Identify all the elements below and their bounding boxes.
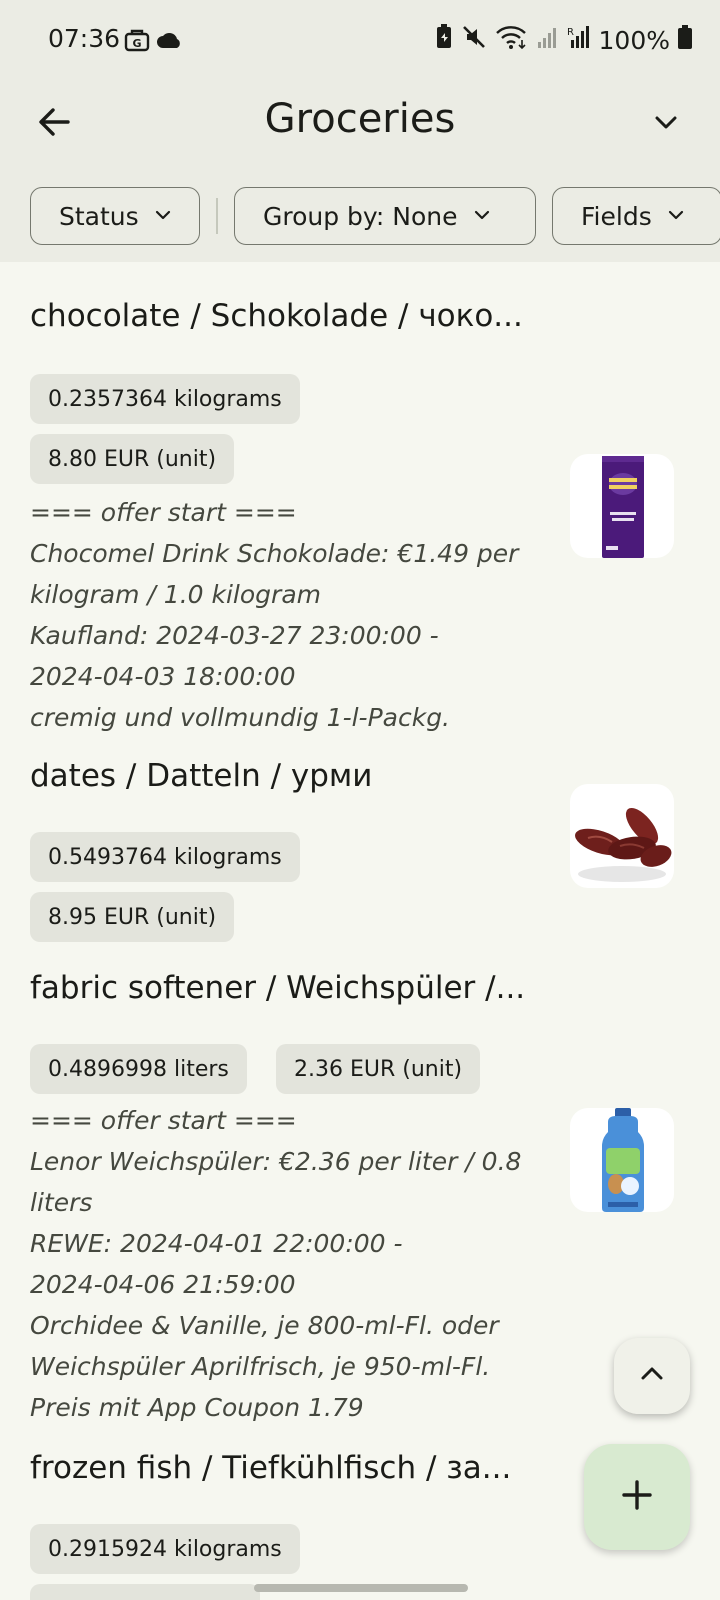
offer-line: === offer start === — [30, 498, 297, 527]
item-name: frozen fish / Tiefkühlfisch / за... — [30, 1450, 512, 1486]
offer-text: === offer start === Chocomel Drink Schok… — [30, 492, 550, 738]
page-title: Groceries — [264, 96, 456, 142]
list-selector-button[interactable] — [642, 100, 690, 148]
battery-saver-icon — [435, 24, 453, 56]
quantity-tag: 0.5493764 kilograms — [30, 832, 300, 882]
chevron-up-icon — [637, 1359, 667, 1393]
scroll-to-top-button[interactable] — [614, 1338, 690, 1414]
offer-text: === offer start === Lenor Weichspüler: €… — [30, 1100, 550, 1428]
fields-label: Fields — [581, 201, 652, 231]
google-icon: G — [124, 28, 150, 56]
chevron-down-icon — [153, 202, 173, 231]
chevron-down-icon — [652, 108, 680, 140]
offer-line: kilogram / 1.0 kilogram — [30, 580, 321, 609]
status-filter-label: Status — [59, 201, 139, 231]
offer-line: liters — [30, 1188, 93, 1217]
plus-icon — [619, 1477, 655, 1517]
list-item[interactable]: dates / Datteln / урми 0.5493764 kilogra… — [0, 750, 720, 942]
price-tag: 8.95 EUR (unit) — [30, 892, 235, 942]
offer-line: Chocomel Drink Schokolade: €1.49 per — [30, 539, 519, 568]
svg-text:R: R — [567, 27, 574, 38]
list-item[interactable]: fabric softener / Weichspüler /... 0.489… — [0, 962, 720, 1422]
mute-icon — [461, 24, 487, 56]
group-by-chip[interactable]: Group by: None — [234, 187, 536, 245]
offer-line: cremig und vollmundig 1-l-Packg. — [30, 703, 451, 732]
offer-line: Kaufland: 2024-03-27 23:00:00 - — [30, 621, 439, 650]
dates-image — [570, 784, 674, 888]
offer-line: 2024-04-03 18:00:00 — [30, 662, 296, 691]
wifi-icon — [495, 24, 529, 56]
status-filter-chip[interactable]: Status — [30, 187, 200, 245]
offer-line: === offer start === — [30, 1106, 297, 1135]
top-app-area: 07:36 G R 100% Groceries Status Group by… — [0, 0, 720, 262]
offer-line: Preis mit App Coupon 1.79 — [30, 1393, 364, 1422]
list-item[interactable]: chocolate / Schokolade / чоко... 0.23573… — [0, 286, 720, 732]
add-item-button[interactable] — [584, 1444, 690, 1550]
offer-line: REWE: 2024-04-01 22:00:00 - — [30, 1229, 403, 1258]
offer-line: Weichspüler Aprilfrisch, je 950-ml-Fl. — [30, 1352, 491, 1381]
chevron-down-icon — [666, 202, 686, 231]
status-bar: 07:36 G R 100% — [0, 0, 720, 80]
item-name: fabric softener / Weichspüler /... — [30, 970, 526, 1006]
chocolate-bar-image — [570, 454, 674, 558]
signal-r-icon: R — [567, 25, 591, 55]
status-right: R 100% — [435, 24, 692, 56]
price-tag: 8.80 EUR (unit) — [30, 434, 235, 484]
battery-icon — [678, 25, 692, 55]
fields-chip[interactable]: Fields — [552, 187, 720, 245]
chip-divider — [216, 198, 218, 234]
home-indicator[interactable] — [254, 1584, 468, 1592]
price-tag — [30, 1584, 260, 1600]
filter-bar: Status Group by: None Fields — [30, 186, 720, 246]
offer-line: Lenor Weichspüler: €2.36 per liter / 0.8 — [30, 1147, 522, 1176]
svg-text:G: G — [132, 37, 141, 50]
group-by-label: Group by: None — [263, 201, 458, 231]
fabric-softener-bottle-image — [570, 1108, 674, 1212]
app-bar: Groceries — [0, 80, 720, 180]
status-left-icons: G — [124, 28, 182, 56]
signal-icon — [537, 25, 559, 55]
cloud-icon — [156, 30, 182, 54]
quantity-tag: 0.2915924 kilograms — [30, 1524, 300, 1574]
item-name: chocolate / Schokolade / чоко... — [30, 298, 523, 334]
offer-line: Orchidee & Vanille, je 800-ml-Fl. oder — [30, 1311, 499, 1340]
price-tag: 2.36 EUR (unit) — [276, 1044, 481, 1094]
chevron-down-icon — [472, 202, 492, 231]
quantity-tag: 0.4896998 liters — [30, 1044, 247, 1094]
offer-line: 2024-04-06 21:59:00 — [30, 1270, 296, 1299]
status-time: 07:36 — [48, 24, 121, 53]
item-name: dates / Datteln / урми — [30, 758, 373, 794]
quantity-tag: 0.2357364 kilograms — [30, 374, 300, 424]
battery-percent: 100% — [598, 25, 670, 55]
